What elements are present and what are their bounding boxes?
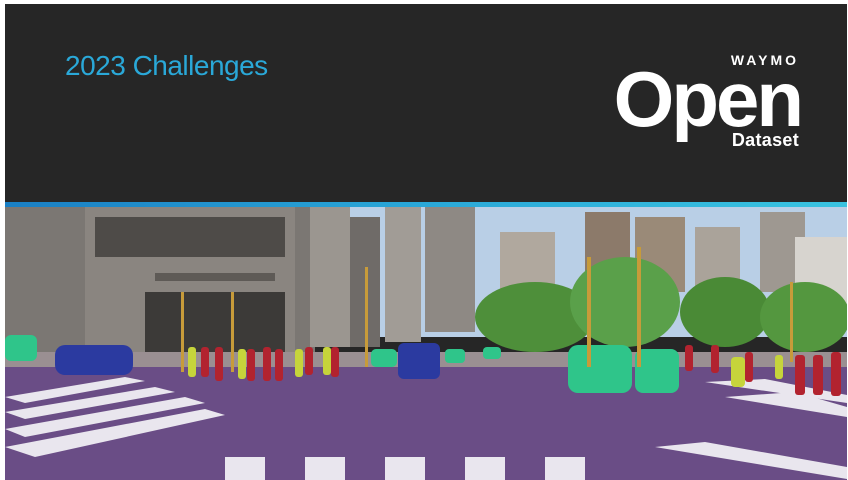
vehicle-blue-suv [55, 345, 133, 375]
logo-main-text: Open [613, 55, 804, 143]
header-banner: 2023 Challenges WAYMO Open Dataset [5, 4, 847, 202]
vehicle-green-far [445, 349, 465, 363]
building-storefront [145, 292, 285, 352]
vehicle-green-left [5, 335, 37, 361]
tree-4 [760, 282, 847, 352]
vehicle-green-small [371, 349, 397, 367]
vehicle-green-right [635, 349, 679, 393]
tree-3 [680, 277, 770, 347]
tower-4 [425, 207, 475, 332]
building-window-band [95, 217, 285, 257]
slide: 2023 Challenges WAYMO Open Dataset [5, 4, 847, 480]
building-sign [155, 273, 275, 281]
waymo-open-dataset-logo: WAYMO Open Dataset [601, 50, 804, 160]
vehicle-blue-center [398, 343, 440, 379]
vehicle-green-large [568, 345, 632, 393]
tower-1 [310, 207, 350, 347]
logo-subtext: Dataset [731, 130, 799, 150]
street-scene-image [5, 207, 847, 480]
tree-2 [570, 257, 680, 347]
tower-3 [385, 207, 421, 342]
vehicle-green-far-2 [483, 347, 501, 359]
page-title: 2023 Challenges [65, 50, 268, 81]
